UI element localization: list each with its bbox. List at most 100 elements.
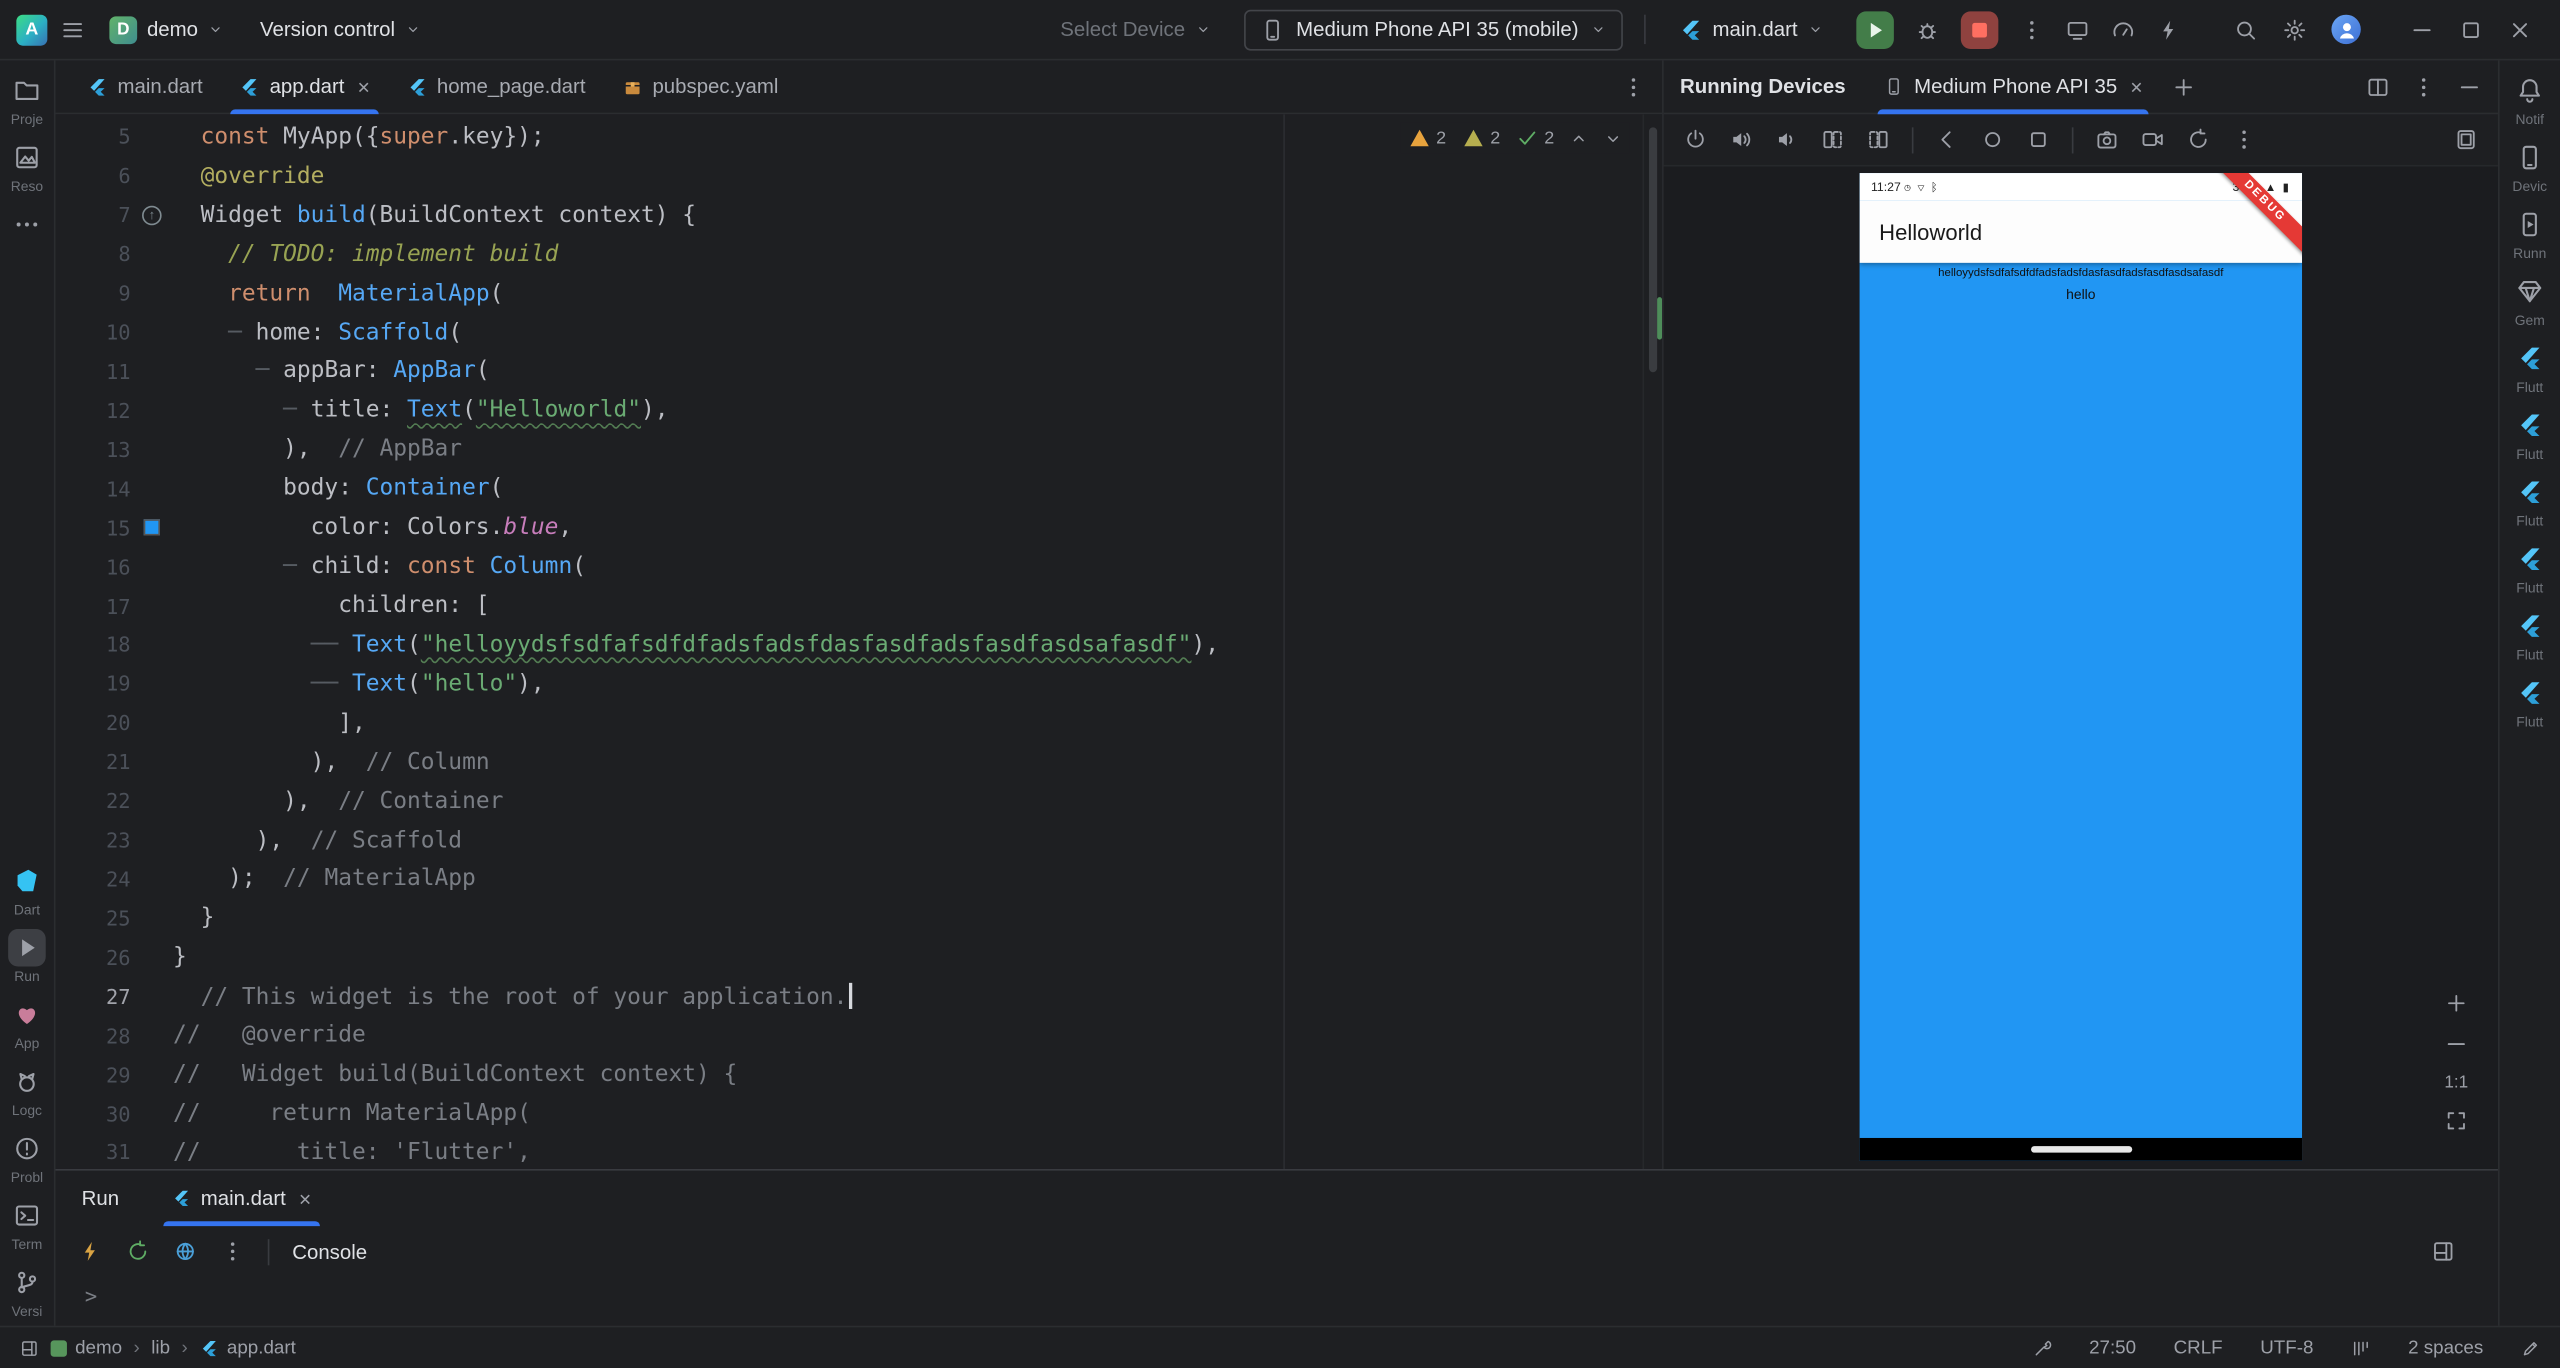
line-number[interactable]: 6 [56, 164, 131, 188]
sidebar-item-flutt[interactable]: Flutt [2500, 674, 2560, 730]
zoom-ratio[interactable]: 1:1 [2444, 1073, 2468, 1093]
code-line[interactable]: 23 ), // Scaffold [56, 821, 1663, 860]
line-number[interactable]: 24 [56, 867, 131, 891]
sidebar-item-more-horiz[interactable] [0, 206, 54, 244]
editor-scrollbar[interactable] [1642, 114, 1662, 1169]
color-preview-swatch[interactable] [144, 519, 160, 535]
line-number[interactable]: 13 [56, 437, 131, 461]
line-number[interactable]: 5 [56, 125, 131, 149]
line-number[interactable]: 10 [56, 320, 131, 344]
project-widget[interactable]: D demo [98, 9, 236, 50]
homec-icon[interactable] [1980, 127, 2004, 151]
settings-gear-icon[interactable] [2282, 17, 2306, 41]
phone-nav-bar[interactable] [1860, 1138, 2302, 1161]
sidebar-item-notif[interactable]: Notif [2500, 72, 2560, 128]
close-button[interactable] [2495, 7, 2544, 53]
line-number[interactable]: 17 [56, 593, 131, 617]
code-line[interactable]: 30// return MaterialApp( [56, 1094, 1663, 1133]
search-icon[interactable] [2233, 17, 2257, 41]
tab-home_page.dart[interactable]: home_page.dart [388, 60, 604, 112]
console-tab[interactable]: Console [292, 1240, 367, 1263]
main-menu-icon[interactable] [60, 17, 84, 41]
breadcrumb-file[interactable]: app.dart [199, 1338, 296, 1358]
indent-setting[interactable]: 2 spaces [2408, 1338, 2483, 1358]
device-selector[interactable]: Medium Phone API 35 (mobile) [1244, 9, 1623, 50]
phone-screen[interactable]: 11:27 ◷ ▽ ᛒ 3G⇅ ▲ ▮ Helloworld helloyyds… [1860, 173, 2302, 1161]
fold-r-icon[interactable] [1866, 127, 1890, 151]
code-line[interactable]: 17 children: [ [56, 586, 1663, 625]
line-number[interactable]: 15 [56, 515, 131, 539]
line-number[interactable]: 27 [56, 984, 131, 1008]
add-device-icon[interactable] [2172, 60, 2196, 112]
code-line[interactable]: 12 ─ title: Text("Helloworld"), [56, 391, 1663, 430]
sidebar-item-app[interactable]: App [0, 996, 54, 1052]
tool-window-layout-icon[interactable] [20, 1338, 40, 1358]
code-line[interactable]: 8 // TODO: implement build [56, 235, 1663, 274]
sidebar-item-devic[interactable]: Devic [2500, 139, 2560, 195]
code-line[interactable]: 26} [56, 938, 1663, 977]
sidebar-item-flutt[interactable]: Flutt [2500, 473, 2560, 529]
next-problem-icon[interactable] [1603, 128, 1623, 148]
avatar[interactable] [2331, 15, 2360, 44]
sidebar-item-run[interactable]: Run [0, 929, 54, 985]
breadcrumb-project[interactable]: demo [51, 1338, 122, 1358]
video-icon[interactable] [2140, 127, 2164, 151]
code-line[interactable]: 16 ─ child: const Column( [56, 547, 1663, 586]
layout-settings-icon[interactable] [2431, 1239, 2475, 1263]
line-number[interactable]: 30 [56, 1101, 131, 1125]
code-line[interactable]: 9 return MaterialApp( [56, 274, 1663, 313]
line-number[interactable]: 18 [56, 633, 131, 657]
line-number[interactable]: 21 [56, 750, 131, 774]
caret-position[interactable]: 27:50 [2089, 1338, 2136, 1358]
code-line[interactable]: 27 // This widget is the root of your ap… [56, 977, 1663, 1016]
more-actions-icon[interactable] [2020, 17, 2044, 41]
sidebar-item-reso[interactable]: Reso [0, 139, 54, 195]
code-line[interactable]: 14 body: Container( [56, 469, 1663, 508]
code-editor[interactable]: 5 const MyApp({super.key});6 @override7↑… [56, 114, 1663, 1169]
close-icon[interactable]: × [358, 76, 370, 97]
device-frame-icon[interactable] [2454, 127, 2478, 151]
sidebar-item-runn[interactable]: Runn [2500, 206, 2560, 262]
hot-restart-icon[interactable] [126, 1239, 150, 1263]
tab-main.dart[interactable]: main.dart [69, 60, 221, 112]
code-line[interactable]: 13 ), // AppBar [56, 430, 1663, 469]
minimize-button[interactable] [2397, 7, 2446, 53]
fit-screen-icon[interactable] [2444, 1109, 2468, 1133]
code-line[interactable]: 15 color: Colors.blue, [56, 508, 1663, 547]
maximize-button[interactable] [2446, 7, 2495, 53]
line-number[interactable]: 22 [56, 789, 131, 813]
sidebar-item-flutt[interactable]: Flutt [2500, 607, 2560, 663]
code-line[interactable]: 11 ─ appBar: AppBar( [56, 352, 1663, 391]
tab-options-icon[interactable] [1621, 74, 1645, 98]
line-number[interactable]: 31 [56, 1140, 131, 1164]
line-number[interactable]: 12 [56, 398, 131, 422]
run-button[interactable] [1856, 11, 1894, 49]
zoom-in-icon[interactable] [2444, 991, 2468, 1015]
line-number[interactable]: 7 [56, 203, 131, 227]
line-number[interactable]: 20 [56, 711, 131, 735]
line-number[interactable]: 26 [56, 945, 131, 969]
more-vert-icon[interactable] [2232, 127, 2256, 151]
override-marker-icon[interactable]: ↑ [142, 205, 162, 225]
code-line[interactable]: 25 } [56, 899, 1663, 938]
camshot-icon[interactable] [2095, 127, 2119, 151]
sidebar-item-logc[interactable]: Logc [0, 1063, 54, 1119]
code-line[interactable]: 28// @override [56, 1016, 1663, 1055]
run-tab-main-dart[interactable]: main.dart × [155, 1171, 328, 1227]
restart-icon[interactable] [2186, 127, 2210, 151]
line-number[interactable]: 14 [56, 476, 131, 500]
tab-app.dart[interactable]: app.dart× [221, 60, 388, 112]
nav-handle[interactable] [2030, 1146, 2131, 1153]
console-options-icon[interactable] [220, 1239, 244, 1263]
sidebar-item-dart[interactable]: Dart [0, 862, 54, 918]
gemini-bolt-icon[interactable] [2157, 17, 2181, 41]
line-number[interactable]: 25 [56, 906, 131, 930]
line-number[interactable]: 23 [56, 828, 131, 852]
inspections-widget[interactable]: 2 2 2 [1400, 122, 1629, 153]
sidebar-item-flutt[interactable]: Flutt [2500, 340, 2560, 396]
debug-button[interactable] [1915, 17, 1939, 41]
code-line[interactable]: 6 @override [56, 157, 1663, 196]
power-icon[interactable] [1683, 127, 1707, 151]
file-encoding[interactable]: UTF-8 [2260, 1338, 2313, 1358]
line-number[interactable]: 9 [56, 281, 131, 305]
